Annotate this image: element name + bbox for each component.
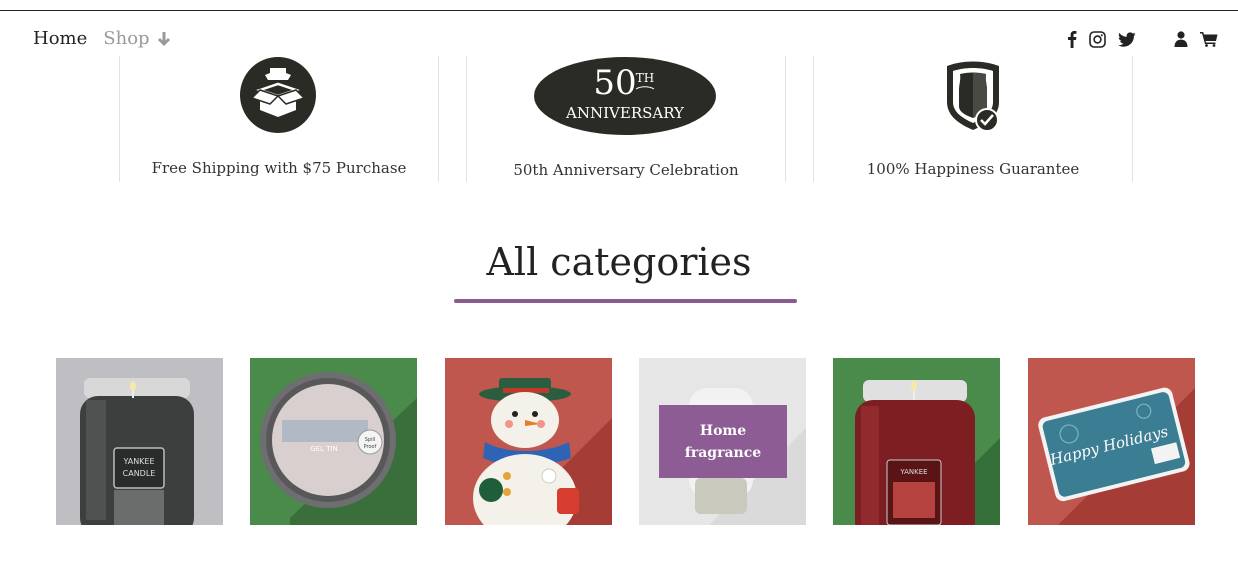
feature-guarantee: 100% Happiness Guarantee — [813, 56, 1133, 182]
category-tile-snowman[interactable] — [445, 358, 612, 525]
category-tile-home-fragrance[interactable]: Home fragrance — [639, 358, 806, 525]
category-tile-black-candle[interactable]: YANKEE CANDLE — [56, 358, 223, 525]
candle-label: YANKEE — [899, 468, 927, 476]
overlay-line-1: Home — [699, 422, 747, 439]
box-icon — [240, 57, 316, 133]
gift-card-image: Happy Holidays — [1028, 358, 1195, 525]
nav-shop-link[interactable]: Shop — [103, 28, 171, 49]
snowman-image — [445, 358, 612, 525]
svg-text:Spill: Spill — [365, 437, 376, 443]
svg-text:CANDLE: CANDLE — [123, 469, 156, 478]
arrow-down-icon — [157, 31, 170, 46]
category-tile-gift-card[interactable]: Happy Holidays — [1028, 358, 1195, 525]
svg-text:Proof: Proof — [364, 444, 377, 450]
nav-shop-label: Shop — [103, 28, 150, 49]
gel-tin-image: GEL TIN Spill Proof — [250, 358, 417, 525]
nav-home-link[interactable]: Home — [33, 28, 87, 49]
feature-text: 50th Anniversary Celebration — [513, 161, 739, 179]
anniversary-badge: 50 TH ANNIVERSARY — [534, 57, 716, 135]
home-fragrance-overlay[interactable]: Home fragrance — [659, 405, 787, 478]
category-tile-gel-tin[interactable]: GEL TIN Spill Proof — [250, 358, 417, 525]
feature-text: 100% Happiness Guarantee — [866, 160, 1080, 178]
feature-free-shipping: Free Shipping with $75 Purchase — [119, 56, 439, 182]
badge-number: 50 — [593, 63, 636, 103]
heading-underline — [454, 299, 797, 303]
cart-icon[interactable] — [1200, 31, 1218, 47]
user-icon[interactable] — [1174, 31, 1188, 47]
badge-sup: TH — [636, 71, 654, 85]
twitter-icon[interactable] — [1118, 31, 1136, 47]
black-candle-image: YANKEE CANDLE — [56, 358, 223, 525]
shield-check-icon — [947, 61, 999, 132]
header-icons — [1067, 30, 1218, 48]
feature-text: Free Shipping with $75 Purchase — [151, 159, 407, 177]
top-border — [0, 10, 1238, 11]
red-candle-image: YANKEE — [833, 358, 1000, 525]
candle-label: YANKEE — [122, 457, 154, 466]
category-tile-red-candle[interactable]: YANKEE — [833, 358, 1000, 525]
feature-anniversary: 50 TH ANNIVERSARY 50th Anniversary Celeb… — [466, 56, 786, 182]
main-nav: Home Shop — [33, 28, 172, 49]
badge-word: ANNIVERSARY — [565, 104, 685, 122]
facebook-icon[interactable] — [1067, 30, 1077, 48]
section-heading: All categories — [486, 240, 752, 284]
overlay-line-2: fragrance — [684, 444, 762, 461]
instagram-icon[interactable] — [1089, 30, 1106, 48]
tin-label: GEL TIN — [310, 445, 338, 453]
